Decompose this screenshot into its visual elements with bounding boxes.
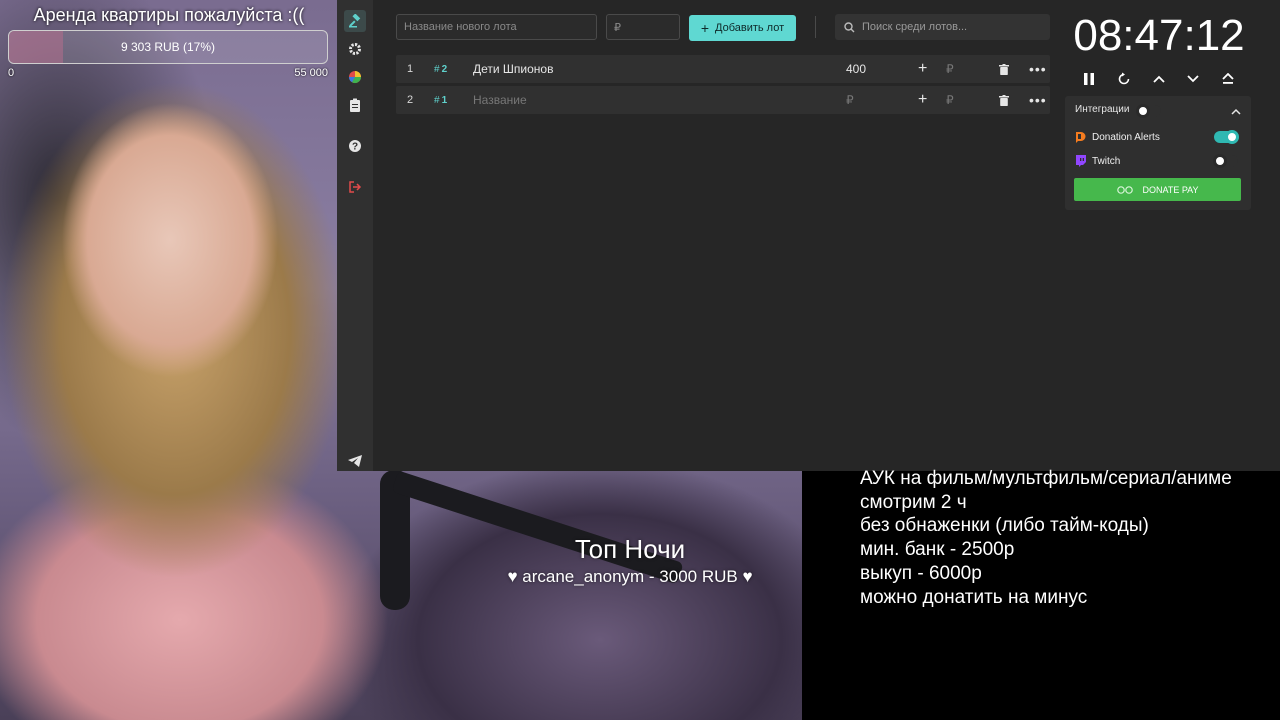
add-amount-button[interactable]: + [918,55,927,83]
add-lot-label: Добавить лот [715,22,785,34]
add-amount-input[interactable]: ₽ [946,86,954,114]
add-amount-input[interactable]: ₽ [946,55,954,83]
twitch-icon [1076,155,1086,167]
trash-icon[interactable] [999,55,1009,83]
rules-line: без обнаженки (либо тайм-коды) [860,515,1149,536]
rules-line: мин. банк - 2500р [860,539,1015,560]
logout-icon[interactable] [344,176,366,198]
lot-search-input[interactable]: Поиск среди лотов... [835,14,1050,40]
lot-index: 2 [407,94,414,106]
sidebar: ? [337,0,373,471]
integrations-panel: Интеграции Donation Alerts Twitch DONATE… [1065,96,1251,210]
gear-icon[interactable] [344,38,366,60]
lot-name-input[interactable]: Название нового лота [396,14,597,40]
help-icon[interactable]: ? [344,135,366,157]
rules-line: можно донатить на минус [860,587,1088,608]
heart-icon: ♥ [742,567,753,586]
more-options-icon[interactable]: ••• [1029,55,1047,83]
top-night-overlay: Топ Ночи ♥ arcane_anonym - 3000 RUB ♥ [470,533,790,589]
integrations-toggle[interactable] [1136,104,1161,118]
lot-name[interactable]: Дети Шпионов [473,55,553,83]
stream-frame: Аренда квартиры пожалуйста :(( 9 303 RUB… [0,0,1280,720]
lot-name-input[interactable]: Название [473,86,527,114]
rules-line: АУК на фильм/мультфильм/сериал/аниме [860,468,1232,489]
heart-icon: ♥ [507,567,518,586]
clipboard-icon[interactable] [344,94,366,116]
donation-alerts-toggle[interactable] [1214,130,1239,144]
lot-row: 2 # 1 Название ₽ + ₽ ••• [396,86,1050,114]
plus-icon: + [700,20,710,36]
search-placeholder: Поиск среди лотов... [862,21,968,33]
svg-text:?: ? [352,142,358,153]
goal-progress-bar: 9 303 RUB (17%) [8,30,328,64]
telegram-icon[interactable] [344,450,366,472]
goal-range: 0 55 000 [8,67,328,79]
donate-pay-button[interactable]: DONATE PAY [1074,178,1241,201]
toolbar-divider [815,16,816,38]
chevron-up-icon[interactable] [1149,68,1169,90]
integration-label: Twitch [1092,155,1121,167]
chevron-up-icon[interactable] [1231,102,1243,115]
integrations-title: Интеграции [1075,104,1130,115]
gavel-icon[interactable] [344,10,366,32]
lot-row: 1 # 2 Дети Шпионов 400 + ₽ ••• [396,55,1050,83]
donate-pay-icon [1117,185,1134,194]
add-lot-button[interactable]: + Добавить лот [689,15,796,41]
rules-line: выкуп - 6000р [860,563,982,584]
rules-line: смотрим 2 ч [860,492,967,513]
lot-amount-input[interactable]: ₽ [846,86,854,114]
lot-amount[interactable]: 400 [846,55,866,83]
goal-min: 0 [8,67,15,79]
twitch-toggle[interactable] [1213,154,1238,168]
restart-icon[interactable] [1114,68,1134,90]
lot-fast-id: # 1 [434,94,448,106]
auction-app: ? Название нового лота ₽ + Добавить лот … [337,0,1280,471]
integration-donation-alerts: Donation Alerts [1075,131,1160,143]
add-amount-button[interactable]: + [918,86,927,114]
goal-title: Аренда квартиры пожалуйста :(( [33,5,305,25]
integration-twitch: Twitch [1075,155,1120,167]
chevron-down-icon[interactable] [1183,68,1203,90]
pause-icon[interactable] [1079,68,1099,90]
integration-label: Donation Alerts [1092,131,1160,143]
auction-timer: 08:47:12 [1073,11,1245,60]
top-night-title: Топ Ночи [574,534,686,564]
more-options-icon[interactable]: ••• [1029,86,1047,114]
goal-max: 55 000 [294,67,328,79]
timer-controls [1079,68,1239,90]
donation-alerts-icon [1076,132,1086,143]
pie-chart-icon[interactable] [344,66,366,88]
double-up-icon[interactable] [1218,68,1238,90]
goal-progress-label: 9 303 RUB (17%) [120,40,216,54]
donate-pay-label: DONATE PAY [1142,184,1199,195]
rules-panel: АУК на фильм/мультфильм/сериал/аниме смо… [802,468,1280,720]
trash-icon[interactable] [999,86,1009,114]
lot-amount-input[interactable]: ₽ [606,14,680,40]
lot-index: 1 [407,63,414,75]
top-night-entry-row: ♥ arcane_anonym - 3000 RUB ♥ [470,565,790,589]
lot-fast-id: # 2 [434,63,448,75]
top-night-entry: arcane_anonym - 3000 RUB [522,567,738,586]
search-icon [844,21,855,32]
donation-goal: Аренда квартиры пожалуйста :(( 9 303 RUB… [8,4,330,79]
